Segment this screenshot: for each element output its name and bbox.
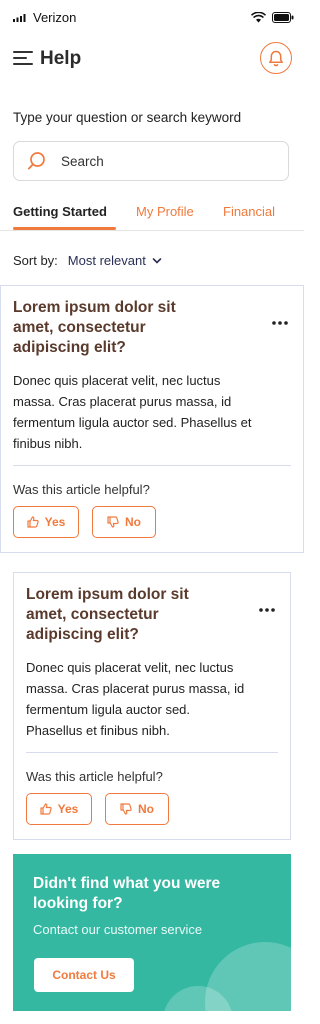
banner-title: Didn't find what you were looking for? bbox=[33, 875, 221, 912]
thumbs-down-icon bbox=[107, 516, 119, 528]
tab-financial[interactable]: Financial bbox=[223, 204, 275, 219]
bell-icon bbox=[269, 50, 283, 66]
no-label: No bbox=[125, 515, 141, 529]
tab-getting-started[interactable]: Getting Started bbox=[13, 204, 107, 219]
chevron-down-icon[interactable] bbox=[152, 257, 162, 265]
helpful-prompt: Was this article helpful? bbox=[26, 769, 163, 784]
category-tabs: Getting Started My Profile Financial bbox=[0, 196, 304, 231]
hamburger-menu-icon[interactable] bbox=[13, 51, 33, 67]
banner-subtitle: Contact our customer service bbox=[33, 922, 203, 937]
more-options-icon[interactable] bbox=[271, 320, 289, 326]
search-box[interactable] bbox=[13, 141, 289, 181]
thumbs-down-icon bbox=[120, 803, 132, 815]
article-body: Donec quis placerat velit, nec luctus ma… bbox=[13, 373, 252, 451]
article-title[interactable]: Lorem ipsum dolor sit amet, consectetur … bbox=[26, 585, 226, 645]
battery-icon bbox=[272, 12, 294, 23]
no-button[interactable]: No bbox=[105, 793, 169, 825]
tab-my-profile[interactable]: My Profile bbox=[136, 204, 194, 219]
search-icon bbox=[27, 152, 45, 170]
no-label: No bbox=[138, 802, 154, 816]
helpful-prompt: Was this article helpful? bbox=[13, 482, 150, 497]
yes-button[interactable]: Yes bbox=[13, 506, 79, 538]
article-title[interactable]: Lorem ipsum dolor sit amet, consectetur … bbox=[13, 298, 213, 358]
page-title: Help bbox=[40, 48, 82, 69]
thumbs-up-icon bbox=[40, 803, 52, 815]
notifications-button[interactable] bbox=[260, 42, 292, 74]
divider bbox=[26, 752, 278, 753]
contact-banner: Didn't find what you were looking for? C… bbox=[13, 854, 291, 1011]
thumbs-up-icon bbox=[27, 516, 39, 528]
signal-icon bbox=[13, 14, 26, 22]
yes-button[interactable]: Yes bbox=[26, 793, 92, 825]
yes-label: Yes bbox=[57, 802, 79, 816]
search-input[interactable] bbox=[59, 152, 263, 170]
active-tab-indicator bbox=[13, 227, 116, 230]
sort-control: Sort by: Most relevant bbox=[13, 253, 162, 268]
article-card: Lorem ipsum dolor sit amet, consectetur … bbox=[13, 572, 291, 840]
sort-dropdown[interactable]: Most relevant bbox=[68, 253, 146, 268]
no-button[interactable]: No bbox=[92, 506, 156, 538]
contact-us-button[interactable]: Contact Us bbox=[34, 958, 134, 992]
app-header: Help bbox=[0, 38, 304, 82]
article-body: Donec quis placerat velit, nec luctus ma… bbox=[26, 660, 245, 738]
yes-label: Yes bbox=[44, 515, 66, 529]
carrier-label: Verizon bbox=[33, 10, 77, 25]
search-prompt: Type your question or search keyword bbox=[13, 110, 242, 125]
article-card: Lorem ipsum dolor sit amet, consectetur … bbox=[0, 285, 304, 553]
wifi-icon bbox=[251, 12, 266, 23]
more-options-icon[interactable] bbox=[258, 607, 276, 613]
divider bbox=[13, 465, 291, 466]
status-bar: Verizon bbox=[0, 0, 304, 36]
sort-label: Sort by: bbox=[13, 253, 58, 268]
